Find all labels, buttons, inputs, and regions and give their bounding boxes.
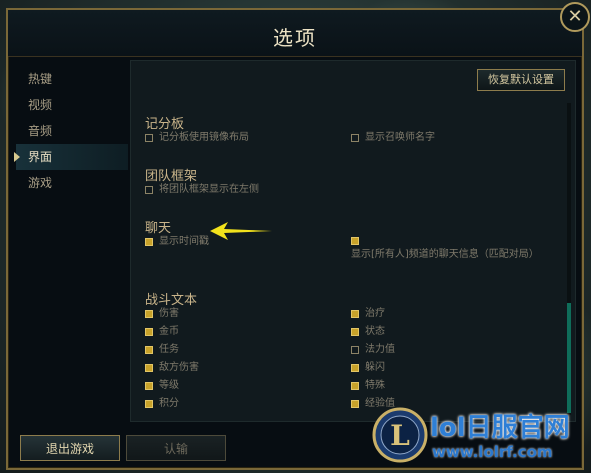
section-title-chat: 聊天 xyxy=(145,221,172,236)
lol-logo-icon: L xyxy=(372,407,428,463)
reset-defaults-button[interactable]: 恢复默认设置 xyxy=(477,69,565,91)
checkbox-box xyxy=(145,346,153,354)
checkbox-heal[interactable]: 治疗 xyxy=(351,307,385,321)
sidebar-item-interface[interactable]: 界面 xyxy=(14,144,128,170)
checkbox-level[interactable]: 等级 xyxy=(145,379,179,393)
checkbox-box xyxy=(145,310,153,318)
checkbox-label: 金币 xyxy=(159,326,179,337)
checkbox-label: 躲闪 xyxy=(365,362,385,373)
watermark-brand: lol日服官网 xyxy=(430,413,570,443)
sidebar-item-video[interactable]: 视频 xyxy=(16,92,128,118)
exit-game-button[interactable]: 退出游戏 xyxy=(20,435,120,461)
checkbox-label: 记分板使用镜像布局 xyxy=(159,132,249,143)
logo-letter: L xyxy=(390,419,410,452)
checkbox-gold[interactable]: 金币 xyxy=(145,325,179,339)
checkbox-show-summoner-names[interactable]: 显示召唤师名字 xyxy=(351,131,435,145)
checkbox-special[interactable]: 特殊 xyxy=(351,379,385,393)
scrollbar-thumb[interactable] xyxy=(567,303,571,413)
checkbox-label: 治疗 xyxy=(365,308,385,319)
checkbox-damage[interactable]: 伤害 xyxy=(145,307,179,321)
checkbox-box xyxy=(351,400,359,408)
checkbox-box xyxy=(351,237,359,245)
checkbox-score[interactable]: 积分 xyxy=(145,397,179,411)
checkbox-label: 敌方伤害 xyxy=(159,362,199,373)
sidebar: 热键 视频 音频 界面 游戏 xyxy=(14,66,128,196)
checkbox-box xyxy=(145,382,153,390)
title-bar: 选项 xyxy=(8,10,582,57)
checkbox-box xyxy=(351,346,359,354)
settings-panel: 恢复默认设置 记分板 记分板使用镜像布局 显示召唤师名字 团队框架 将团队框架显… xyxy=(130,60,576,422)
checkbox-show-timestamps[interactable]: 显示时间戳 xyxy=(145,235,209,249)
sidebar-item-game[interactable]: 游戏 xyxy=(16,170,128,196)
scrollbar[interactable] xyxy=(567,103,571,415)
checkbox-dodge[interactable]: 躲闪 xyxy=(351,361,385,375)
checkbox-enemy-damage[interactable]: 敌方伤害 xyxy=(145,361,199,375)
checkbox-box xyxy=(351,310,359,318)
checkbox-box xyxy=(145,238,153,246)
checkbox-label: 状态 xyxy=(365,326,385,337)
checkbox-label: 显示[所有人]频道的聊天信息（匹配对局） xyxy=(351,249,539,260)
section-title-scoreboard: 记分板 xyxy=(145,117,185,132)
checkbox-label: 法力值 xyxy=(365,344,395,355)
section-title-combat-text: 战斗文本 xyxy=(145,293,198,308)
checkbox-box xyxy=(145,328,153,336)
checkbox-box xyxy=(351,134,359,142)
options-window: 选项 热键 视频 音频 界面 游戏 恢复默认设置 记分板 记分板使用镜像布局 显… xyxy=(6,8,584,470)
checkbox-quest[interactable]: 任务 xyxy=(145,343,179,357)
close-icon[interactable]: ✕ xyxy=(560,2,590,32)
checkbox-mana[interactable]: 法力值 xyxy=(351,343,395,357)
checkbox-scoreboard-mirror[interactable]: 记分板使用镜像布局 xyxy=(145,131,249,145)
checkbox-label: 显示时间戳 xyxy=(159,236,209,247)
arrow-left-icon xyxy=(210,222,272,240)
watermark: L lol日服官网 www.lolrf.com xyxy=(370,403,588,469)
checkbox-status[interactable]: 状态 xyxy=(351,325,385,339)
checkbox-team-frames-left[interactable]: 将团队框架显示在左侧 xyxy=(145,183,259,197)
checkbox-label: 伤害 xyxy=(159,308,179,319)
checkbox-label: 积分 xyxy=(159,398,179,409)
checkbox-box xyxy=(351,328,359,336)
checkbox-show-all-chat[interactable]: 显示[所有人]频道的聊天信息（匹配对局） xyxy=(351,235,551,263)
checkbox-label: 特殊 xyxy=(365,380,385,391)
sidebar-item-sound[interactable]: 音频 xyxy=(16,118,128,144)
checkbox-label: 任务 xyxy=(159,344,179,355)
watermark-url: www.lolrf.com xyxy=(432,443,553,461)
checkbox-box xyxy=(145,186,153,194)
checkbox-box xyxy=(145,134,153,142)
checkbox-box xyxy=(145,400,153,408)
checkbox-label: 等级 xyxy=(159,380,179,391)
window-title: 选项 xyxy=(273,26,317,50)
checkbox-box xyxy=(145,364,153,372)
checkbox-box xyxy=(351,382,359,390)
checkbox-box xyxy=(351,364,359,372)
checkbox-label: 显示召唤师名字 xyxy=(365,132,435,143)
checkbox-label: 将团队框架显示在左侧 xyxy=(159,184,259,195)
surrender-button[interactable]: 认输 xyxy=(126,435,226,461)
sidebar-item-hotkeys[interactable]: 热键 xyxy=(16,66,128,92)
section-title-team-frames: 团队框架 xyxy=(145,169,198,184)
